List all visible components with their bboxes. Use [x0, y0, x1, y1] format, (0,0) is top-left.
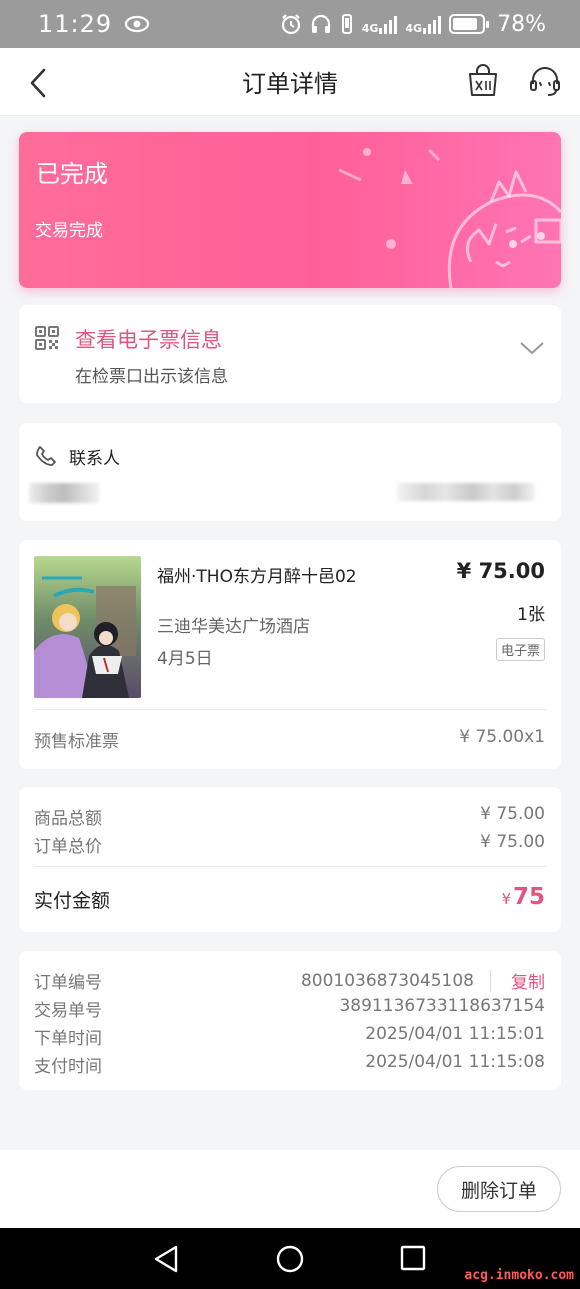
divider [34, 866, 546, 867]
nav-recents-square-icon[interactable] [399, 1244, 427, 1272]
headphones-icon [311, 14, 330, 33]
network-type-1: 4G [361, 22, 379, 35]
trade-no-label: 交易单号 [34, 1001, 102, 1021]
eticket-sub: 在检票口出示该信息 [75, 367, 228, 387]
pay-time-value: 2025/04/01 11:15:08 [365, 1052, 545, 1072]
ticket-quantity: 1张 [517, 605, 545, 625]
trade-no-value: 3891136733118637154 [339, 996, 545, 1016]
alarm-icon [281, 14, 300, 35]
order-no-row: 订单编号 8001036873045108 复制 [34, 968, 545, 993]
order-no-value: 8001036873045108 [300, 970, 474, 991]
pay-time-row: 支付时间 2025/04/01 11:15:08 [34, 1052, 545, 1077]
system-nav-bar: acg.inmoko.com [0, 1228, 580, 1289]
signal-bars-2-icon [423, 14, 442, 34]
divider [34, 709, 546, 710]
event-venue: 三迪华美达广场酒店 [157, 617, 310, 637]
order-no-label: 订单编号 [34, 973, 102, 993]
battery-icon [449, 14, 490, 34]
order-status-banner: 已完成 交易完成 [19, 132, 561, 288]
paid-value: 75 [512, 884, 545, 910]
status-time: 11:29 [38, 10, 113, 38]
contact-phone-redacted [397, 483, 535, 501]
ticket-unit-price: ¥ 75.00x1 [459, 727, 545, 747]
goods-total-value: ¥ 75.00 [480, 804, 545, 824]
delete-order-button[interactable]: 删除订单 [437, 1166, 561, 1212]
eye-icon [125, 15, 150, 33]
pay-time-label: 支付时间 [34, 1057, 102, 1077]
order-total-label: 订单总价 [34, 837, 102, 857]
trade-no-row: 交易单号 3891136733118637154 [34, 996, 545, 1021]
paid-currency: ¥ [501, 890, 511, 908]
product-card[interactable]: 福州·THO东方月醉十邑02 ¥ 75.00 三迪华美达广场酒店 1张 4月5日… [19, 540, 561, 769]
page-title: 订单详情 [242, 70, 338, 98]
copy-button[interactable]: 复制 [511, 968, 545, 993]
event-name: 福州·THO东方月醉十邑02 [157, 567, 357, 587]
nav-bar: 订单详情 [0, 48, 580, 116]
qr-code-icon [35, 326, 59, 350]
mascot-illustration [338, 148, 561, 288]
vibrate-icon [341, 14, 352, 34]
event-price: ¥ 75.00 [456, 559, 545, 583]
order-total-value: ¥ 75.00 [480, 832, 545, 852]
chevron-down-icon[interactable] [519, 339, 545, 357]
signal-bars-1-icon [379, 14, 398, 34]
network-type-2: 4G [405, 22, 423, 35]
event-poster-image [34, 556, 141, 698]
price-summary-card: 商品总额 ¥ 75.00 订单总价 ¥ 75.00 实付金额 ¥75 [19, 787, 561, 932]
phone-icon [36, 446, 56, 466]
order-time-row: 下单时间 2025/04/01 11:15:01 [34, 1024, 545, 1049]
nav-home-circle-icon[interactable] [275, 1244, 305, 1274]
nav-back-triangle-icon[interactable] [152, 1244, 180, 1274]
order-time-value: 2025/04/01 11:15:01 [365, 1024, 545, 1044]
paid-label: 实付金额 [34, 890, 111, 912]
shopping-bag-icon[interactable] [466, 64, 500, 98]
order-status-sub: 交易完成 [35, 221, 103, 241]
status-bar: 11:29 4G 4G 78% [0, 0, 580, 48]
goods-total-row: 商品总额 ¥ 75.00 [34, 804, 545, 829]
separator [490, 969, 491, 992]
contact-card: 联系人 [19, 423, 561, 521]
paid-amount: ¥75 [501, 884, 545, 910]
customer-service-icon[interactable] [528, 64, 562, 98]
eticket-card[interactable]: 查看电子票信息 在检票口出示该信息 [19, 305, 561, 403]
goods-total-label: 商品总额 [34, 809, 102, 829]
contact-name-redacted [29, 483, 99, 503]
bottom-action-bar: 删除订单 [0, 1150, 580, 1228]
order-time-label: 下单时间 [34, 1029, 102, 1049]
eticket-title: 查看电子票信息 [75, 328, 222, 352]
watermark-text: acg.inmoko.com [464, 1268, 574, 1283]
ticket-type: 预售标准票 [34, 732, 119, 752]
order-total-row: 订单总价 ¥ 75.00 [34, 832, 545, 857]
contact-label: 联系人 [69, 449, 120, 469]
battery-percent: 78% [497, 11, 546, 37]
eticket-tag: 电子票 [495, 638, 545, 661]
event-date: 4月5日 [157, 649, 213, 669]
back-chevron-icon[interactable] [24, 66, 54, 100]
order-status: 已完成 [36, 160, 108, 188]
order-info-card: 订单编号 8001036873045108 复制 交易单号 3891136733… [19, 951, 561, 1090]
